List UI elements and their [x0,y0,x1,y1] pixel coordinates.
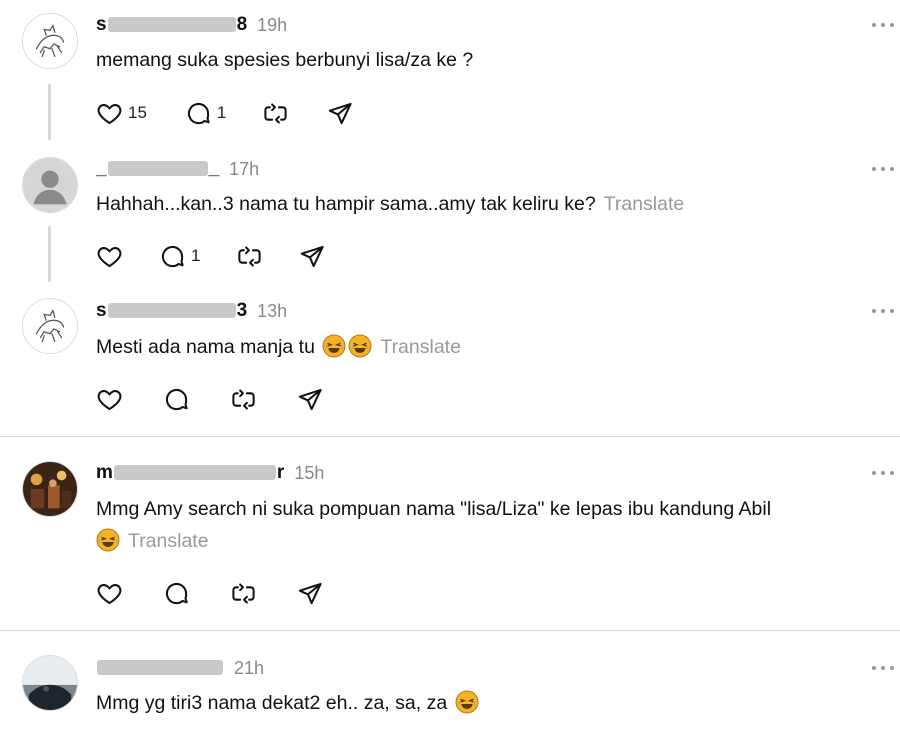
share-button[interactable] [297,384,324,414]
repost-button[interactable] [236,241,263,271]
heart-icon [96,580,123,607]
repost-icon [236,243,263,270]
user-avatar[interactable] [22,461,78,517]
share-button[interactable] [299,241,326,271]
username[interactable]: s3 [96,300,247,322]
user-avatar[interactable] [22,298,78,354]
comment-icon [163,580,190,607]
post-header: s3 13h [96,298,287,324]
redacted-username [97,660,223,676]
like-button[interactable] [96,384,123,414]
reply-count: 1 [216,103,227,122]
translate-link[interactable]: Translate [380,336,461,358]
user-avatar[interactable] [22,157,78,213]
user-avatar[interactable] [22,655,78,711]
post-text: Mmg Amy search ni suka pompuan nama "lis… [96,498,772,520]
send-icon [297,386,324,413]
share-button[interactable] [297,578,324,608]
action-bar: 15 1 [96,98,354,128]
reply-button[interactable] [163,384,190,414]
send-icon [297,580,324,607]
laughing-emoji [322,334,346,358]
redacted-username [107,303,236,319]
more-options-icon[interactable] [872,306,894,316]
comment-icon [185,100,212,127]
more-options-icon[interactable] [872,468,894,478]
redacted-username [107,17,236,33]
more-options-icon[interactable] [872,663,894,673]
post-header: mr 15h [96,460,324,486]
redacted-username [107,161,208,177]
like-button[interactable] [96,578,123,608]
username[interactable]: mr [96,462,284,484]
comment-icon [163,386,190,413]
action-bar [96,578,324,608]
post-header: s8 19h [96,12,287,38]
heart-icon [96,100,123,127]
thread-line [48,84,51,140]
translate-link[interactable]: Translate [128,530,209,552]
laughing-emoji [96,528,120,552]
post-header: _ _ 17h [96,156,259,182]
like-button[interactable]: 15 [96,98,147,128]
repost-button[interactable] [230,578,257,608]
translate-link[interactable]: Translate [604,193,685,215]
repost-icon [262,100,289,127]
timestamp: 19h [257,14,288,35]
user-avatar[interactable] [22,13,78,69]
heart-icon [96,243,123,270]
repost-button[interactable] [230,384,257,414]
action-bar [96,384,324,414]
username[interactable]: _ _ [96,158,219,180]
timestamp: 21h [234,657,265,678]
share-button[interactable] [327,98,354,128]
heart-icon [96,386,123,413]
post-text: memang suka spesies berbunyi lisa/za ke … [96,49,474,71]
username[interactable]: s8 [96,14,247,36]
post-text: Mmg yg tiri3 nama dekat2 eh.. za, sa, za [96,687,479,719]
redacted-username [113,465,276,481]
laughing-emoji [348,334,372,358]
more-options-icon[interactable] [872,164,894,174]
divider [0,436,900,437]
like-button[interactable] [96,241,123,271]
send-icon [299,243,326,270]
reply-button[interactable] [163,578,190,608]
timestamp: 17h [229,158,260,179]
repost-icon [230,386,257,413]
send-icon [327,100,354,127]
more-options-icon[interactable] [872,20,894,30]
laughing-emoji [455,690,479,714]
reply-button[interactable]: 1 [159,241,200,271]
timestamp: 15h [294,462,325,483]
post-text: Hahhah...kan..3 nama tu hampir sama..amy… [96,193,685,215]
post-text-continued: Translate [96,525,209,557]
divider [0,630,900,631]
post-text: Mesti ada nama manja tu Translate [96,334,461,358]
repost-button[interactable] [262,98,289,128]
timestamp: 13h [257,300,288,321]
like-count: 15 [128,103,147,122]
action-bar: 1 [96,241,326,271]
thread-line [48,226,51,282]
username[interactable] [96,657,224,679]
repost-icon [230,580,257,607]
reply-count: 1 [191,246,201,265]
comment-icon [159,243,186,270]
reply-button[interactable]: 1 [185,98,226,128]
post-header: 21h [96,655,264,681]
